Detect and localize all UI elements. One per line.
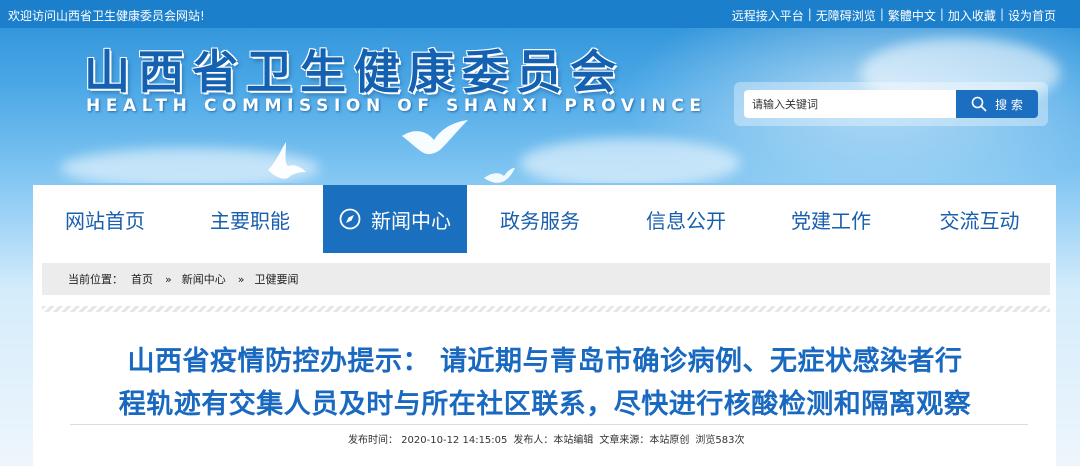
- nav-label: 政务服务: [500, 208, 580, 233]
- dove-icon: [268, 142, 306, 179]
- divider: |: [807, 7, 812, 21]
- divider: [70, 424, 1028, 425]
- divider: |: [879, 7, 884, 21]
- main-nav: 网站首页 主要职能 新闻中心 政务服务 信息公开 党建工作 交流互动: [33, 185, 1056, 253]
- link-remote-access[interactable]: 远程接入平台: [732, 7, 804, 24]
- link-accessibility[interactable]: 无障碍浏览: [816, 7, 876, 24]
- welcome-text: 欢迎访问山西省卫生健康委员会网站!: [8, 9, 205, 23]
- article-title-line: 程轨迹有交集人员及时与所在社区联系，尽快进行核酸检测和隔离观察: [118, 389, 972, 420]
- link-set-homepage[interactable]: 设为首页: [1008, 7, 1056, 24]
- search-button[interactable]: 搜 索: [956, 90, 1038, 118]
- search-input[interactable]: [744, 90, 956, 118]
- top-bar: 欢迎访问山西省卫生健康委员会网站! 远程接入平台 | 无障碍浏览 | 繁體中文 …: [0, 0, 1080, 28]
- article-title-line: 山西省疫情防控办提示： 请近期与青岛市确诊病例、无症状感染者行: [127, 346, 963, 377]
- article-title: 山西省疫情防控办提示： 请近期与青岛市确诊病例、无症状感染者行 程轨迹有交集人员…: [60, 340, 1030, 426]
- nav-item-functions[interactable]: 主要职能: [177, 185, 323, 253]
- cloud-decoration: [520, 138, 740, 183]
- dove-icon: [402, 120, 468, 155]
- site-logo-subtitle: HEALTH COMMISSION OF SHANXI PROVINCE: [86, 96, 707, 116]
- search-icon: [971, 96, 987, 112]
- nav-item-news[interactable]: 新闻中心: [323, 185, 467, 253]
- publisher: 发布人：本站编辑: [513, 435, 594, 446]
- nav-item-disclosure[interactable]: 信息公开: [613, 185, 759, 253]
- breadcrumb-home[interactable]: 首页: [131, 271, 153, 287]
- publish-time: 发布时间： 2020-10-12 14:15:05: [348, 435, 508, 446]
- compass-icon: [339, 208, 361, 230]
- nav-label: 网站首页: [65, 208, 145, 233]
- nav-item-interaction[interactable]: 交流互动: [903, 185, 1056, 253]
- divider: |: [939, 7, 944, 21]
- article-meta: 发布时间： 2020-10-12 14:15:05 发布人：本站编辑 文章来源：…: [348, 431, 750, 446]
- nav-item-party[interactable]: 党建工作: [759, 185, 903, 253]
- breadcrumb-prefix: 当前位置：: [68, 273, 123, 286]
- breadcrumb-separator: »: [237, 272, 245, 286]
- nav-item-home[interactable]: 网站首页: [33, 185, 177, 253]
- nav-label: 新闻中心: [371, 208, 451, 233]
- nav-label: 信息公开: [646, 208, 726, 233]
- divider: [42, 306, 1050, 312]
- top-links: 远程接入平台 | 无障碍浏览 | 繁體中文 | 加入收藏 | 设为首页: [732, 7, 1056, 24]
- link-add-favorite[interactable]: 加入收藏: [948, 7, 996, 24]
- view-count: 浏览583次: [695, 435, 745, 446]
- nav-label: 党建工作: [791, 208, 871, 233]
- nav-label: 交流互动: [939, 208, 1020, 233]
- breadcrumb-separator: »: [165, 272, 172, 286]
- nav-item-services[interactable]: 政务服务: [467, 185, 613, 253]
- breadcrumb-current[interactable]: 卫健要闻: [254, 271, 298, 287]
- nav-label: 主要职能: [210, 208, 290, 233]
- dove-icon: [484, 168, 515, 183]
- divider: |: [999, 7, 1004, 21]
- site-logo-title[interactable]: 山西省卫生健康委员会: [84, 36, 624, 102]
- search-button-label: 搜 索: [995, 97, 1023, 112]
- breadcrumb-news[interactable]: 新闻中心: [182, 271, 226, 287]
- breadcrumb: 当前位置： 首页 » 新闻中心 » 卫健要闻: [42, 263, 1050, 295]
- link-traditional-chinese[interactable]: 繁體中文: [888, 7, 936, 24]
- article-source: 文章来源：本站原创: [599, 435, 690, 446]
